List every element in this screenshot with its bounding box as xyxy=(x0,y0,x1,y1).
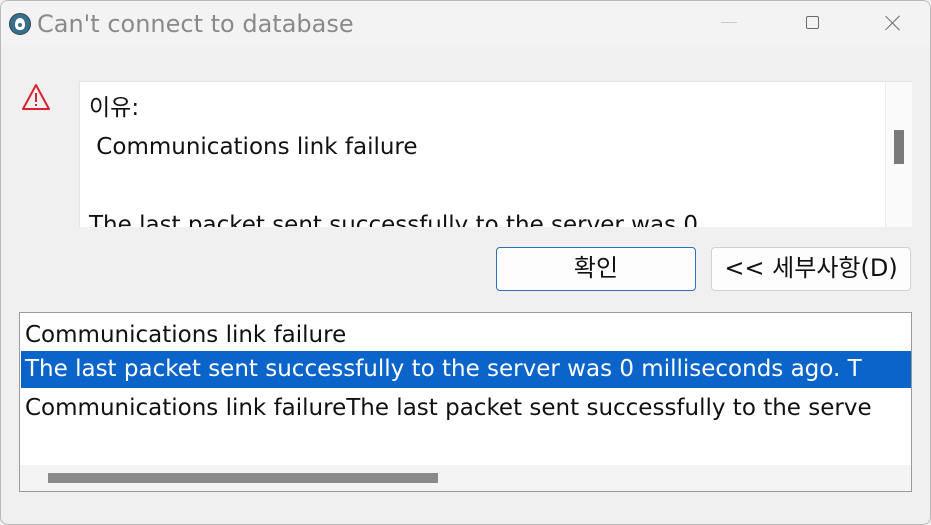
message-text: 이유: Communications link failure The last… xyxy=(89,95,698,227)
message-scrollbar[interactable] xyxy=(885,82,912,227)
list-item[interactable]: Communications link failureThe last pack… xyxy=(21,390,911,427)
list-item-selected[interactable]: The last packet sent successfully to the… xyxy=(21,351,911,388)
app-icon xyxy=(9,13,31,35)
horizontal-scrollbar-thumb[interactable] xyxy=(48,473,438,483)
maximize-button[interactable] xyxy=(771,1,851,47)
ok-button[interactable]: 확인 xyxy=(496,247,696,291)
close-button[interactable] xyxy=(853,1,930,47)
minimize-button[interactable] xyxy=(689,1,769,47)
list-item[interactable]: Communications link failure xyxy=(21,317,911,354)
message-text-area[interactable]: 이유: Communications link failure The last… xyxy=(79,81,912,227)
details-toggle-button[interactable]: << 세부사항(D) xyxy=(711,247,911,291)
message-scrollbar-thumb[interactable] xyxy=(894,130,904,164)
window-title: Can't connect to database xyxy=(37,10,354,38)
details-list[interactable]: Communications link failure The last pac… xyxy=(19,312,912,492)
horizontal-scrollbar[interactable] xyxy=(20,465,911,491)
title-bar[interactable]: Can't connect to database xyxy=(1,1,930,47)
dialog-window: Can't connect to database 이유: Communicat… xyxy=(0,0,931,525)
warning-icon xyxy=(22,84,50,110)
minimize-icon xyxy=(721,22,737,23)
maximize-icon xyxy=(806,16,819,29)
close-icon xyxy=(885,15,901,31)
